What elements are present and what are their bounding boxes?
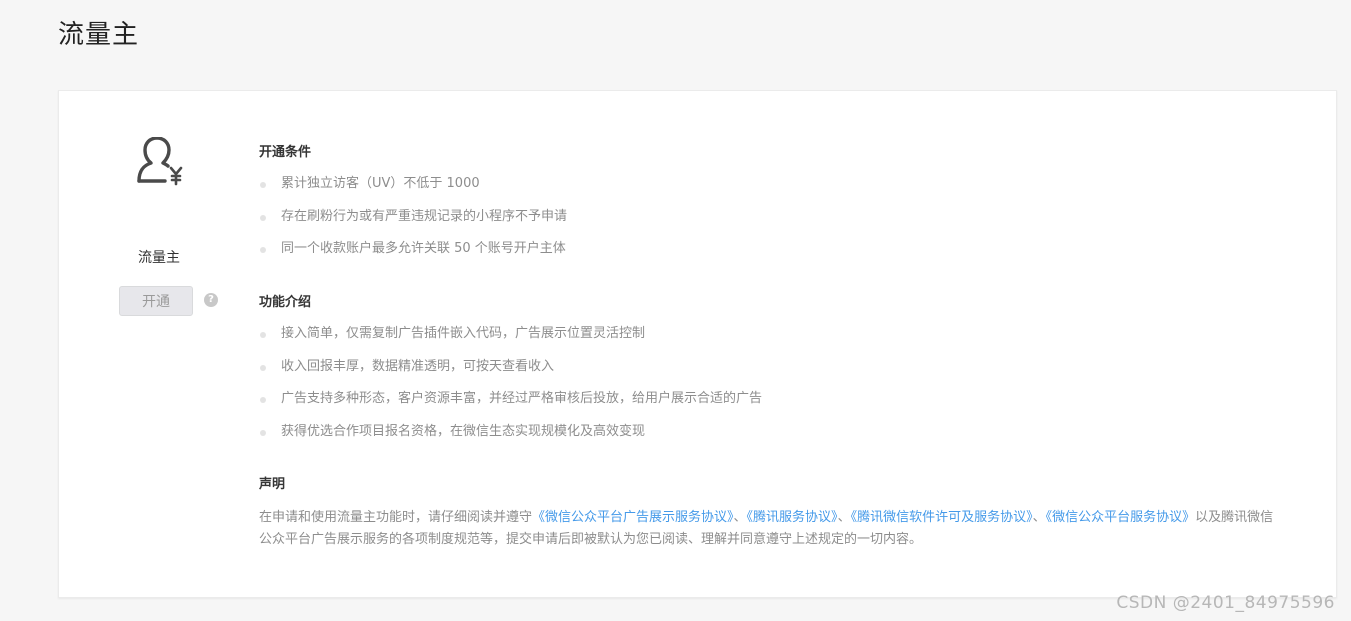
separator: 、 (837, 510, 851, 525)
separator: 、 (733, 510, 747, 525)
watermark: CSDN @2401_84975596 (1116, 593, 1335, 613)
declaration-text: 在申请和使用流量主功能时，请仔细阅读并遵守《微信公众平台广告展示服务协议》、《腾… (259, 507, 1285, 551)
page-title: 流量主 (58, 20, 140, 50)
wechat-license-agreement-link[interactable]: 《腾讯微信软件许可及服务协议》 (851, 510, 1033, 525)
features-title: 功能介绍 (259, 295, 312, 310)
platform-service-agreement-link[interactable]: 《微信公众平台服务协议》 (1046, 510, 1196, 525)
conditions-list: 累计独立访客（UV）不低于 1000 存在刷粉行为或有严重违规记录的小程序不予申… (259, 168, 567, 266)
tencent-service-agreement-link[interactable]: 《腾讯服务协议》 (747, 510, 838, 525)
features-section: 功能介绍 接入简单，仅需复制广告插件嵌入代码，广告展示位置灵活控制 收入回报丰厚… (259, 293, 762, 448)
user-yen-icon (137, 137, 183, 186)
separator: 、 (1032, 510, 1046, 525)
list-item: 累计独立访客（UV）不低于 1000 (259, 168, 567, 201)
list-item: 存在刷粉行为或有严重违规记录的小程序不予申请 (259, 201, 567, 234)
question-icon[interactable]: ? (204, 293, 218, 307)
feature-name: 流量主 (138, 250, 180, 266)
features-list: 接入简单，仅需复制广告插件嵌入代码，广告展示位置灵活控制 收入回报丰厚，数据精准… (259, 318, 762, 448)
conditions-section: 开通条件 累计独立访客（UV）不低于 1000 存在刷粉行为或有严重违规记录的小… (259, 143, 567, 266)
list-item: 接入简单，仅需复制广告插件嵌入代码，广告展示位置灵活控制 (259, 318, 762, 351)
list-item: 同一个收款账户最多允许关联 50 个账号开户主体 (259, 233, 567, 266)
traffic-owner-card: 流量主 开通 ? 开通条件 累计独立访客（UV）不低于 1000 存在刷粉行为或… (58, 90, 1337, 598)
declaration-section: 声明 在申请和使用流量主功能时，请仔细阅读并遵守《微信公众平台广告展示服务协议》… (259, 475, 1289, 564)
conditions-title: 开通条件 (259, 145, 312, 160)
list-item: 广告支持多种形态，客户资源丰富，并经过严格审核后投放，给用户展示合适的广告 (259, 383, 762, 416)
open-button[interactable]: 开通 (119, 286, 193, 316)
list-item: 获得优选合作项目报名资格，在微信生态实现规模化及高效变现 (259, 416, 762, 449)
declaration-intro: 在申请和使用流量主功能时，请仔细阅读并遵守 (259, 510, 533, 525)
declaration-title: 声明 (259, 477, 286, 492)
ad-service-agreement-link[interactable]: 《微信公众平台广告展示服务协议》 (532, 510, 734, 525)
list-item: 收入回报丰厚，数据精准透明，可按天查看收入 (259, 351, 762, 384)
